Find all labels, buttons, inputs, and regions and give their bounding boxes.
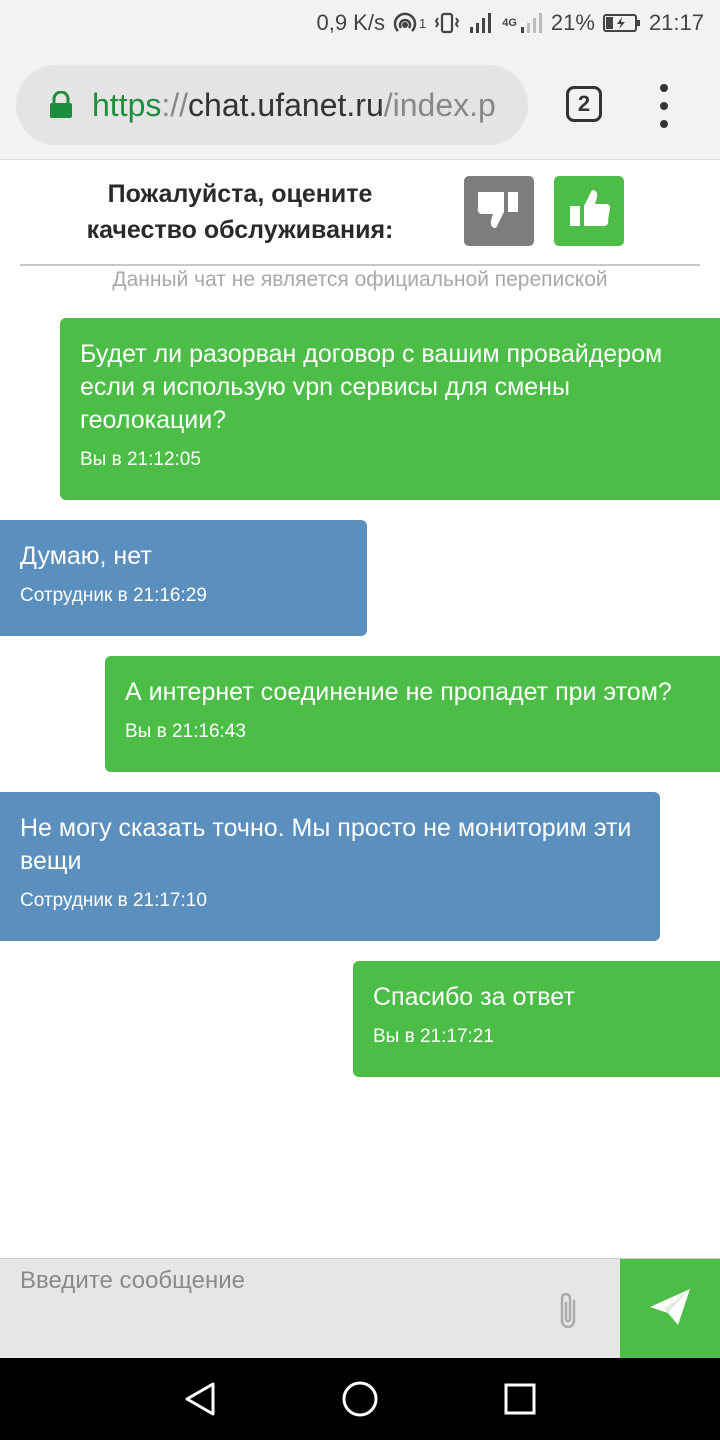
vibrate-icon [434,11,460,35]
dislike-button[interactable] [464,176,534,246]
message-meta: Сотрудник в 21:16:29 [20,585,207,606]
message-meta: Вы в 21:12:05 [80,449,201,470]
message-user: А интернет соединение не пропадет при эт… [105,656,720,772]
message-text: А интернет соединение не пропадет при эт… [125,678,672,706]
message-text: Спасибо за ответ [373,983,575,1011]
battery-percent: 21% [550,10,595,35]
recents-icon[interactable] [499,1378,541,1420]
net-speed: 0,9 K/s [316,10,385,35]
hotspot-icon: 1 [393,11,426,35]
message-staff: Думаю, нет Сотрудник в 21:16:29 [0,520,367,636]
thumbs-up-icon [566,188,612,235]
url-separator: :// [161,86,189,123]
signal-icon [468,11,494,35]
message-composer [0,1258,720,1359]
message-text: Будет ли разорван договор с вашим провай… [80,340,663,434]
message-input[interactable] [0,1259,620,1359]
tab-switcher-button[interactable]: 2 [566,86,602,122]
message-user: Будет ли разорван договор с вашим провай… [60,318,720,500]
message-staff: Не могу сказать точно. Мы просто не мони… [0,792,660,941]
message-text: Не могу сказать точно. Мы просто не мони… [20,814,632,875]
back-icon[interactable] [179,1378,221,1420]
message-meta: Вы в 21:17:21 [373,1026,494,1047]
overflow-menu-icon[interactable] [652,84,676,128]
message-user: Спасибо за ответ Вы в 21:17:21 [353,961,720,1077]
url-text: https://chat.ufanet.ru/index.p [92,87,496,124]
rating-prompt: Пожалуйста, оцените качество обслуживани… [86,180,394,244]
status-bar: 0,9 K/s 1 4G 21% 21:17 [0,0,720,50]
browser-toolbar: https://chat.ufanet.ru/index.p 2 [0,50,720,160]
home-icon[interactable] [339,1378,381,1420]
message-meta: Сотрудник в 21:17:10 [20,890,207,911]
header-divider [20,264,700,266]
url-path: /index.p [383,86,496,123]
status-icons: 0,9 K/s 1 4G 21% 21:17 [316,10,704,36]
message-meta: Вы в 21:16:43 [125,721,246,742]
network-type: 4G [502,17,517,29]
like-button[interactable] [554,176,624,246]
lock-icon [48,90,74,119]
send-icon [648,1287,692,1332]
address-bar[interactable]: https://chat.ufanet.ru/index.p [16,65,528,145]
send-button[interactable] [620,1259,720,1359]
thumbs-down-icon [476,188,522,235]
url-host: chat.ufanet.ru [188,86,384,123]
signal-4g-icon: 4G [502,11,543,35]
system-nav-bar [0,1358,720,1440]
paperclip-icon[interactable] [554,1289,584,1333]
message-text: Думаю, нет [20,542,152,570]
url-scheme: https [92,86,162,123]
disclaimer: Данный чат не является официальной переп… [112,268,608,291]
clock: 21:17 [648,10,704,35]
hotspot-badge: 1 [418,15,427,31]
battery-charging-icon [602,13,641,33]
